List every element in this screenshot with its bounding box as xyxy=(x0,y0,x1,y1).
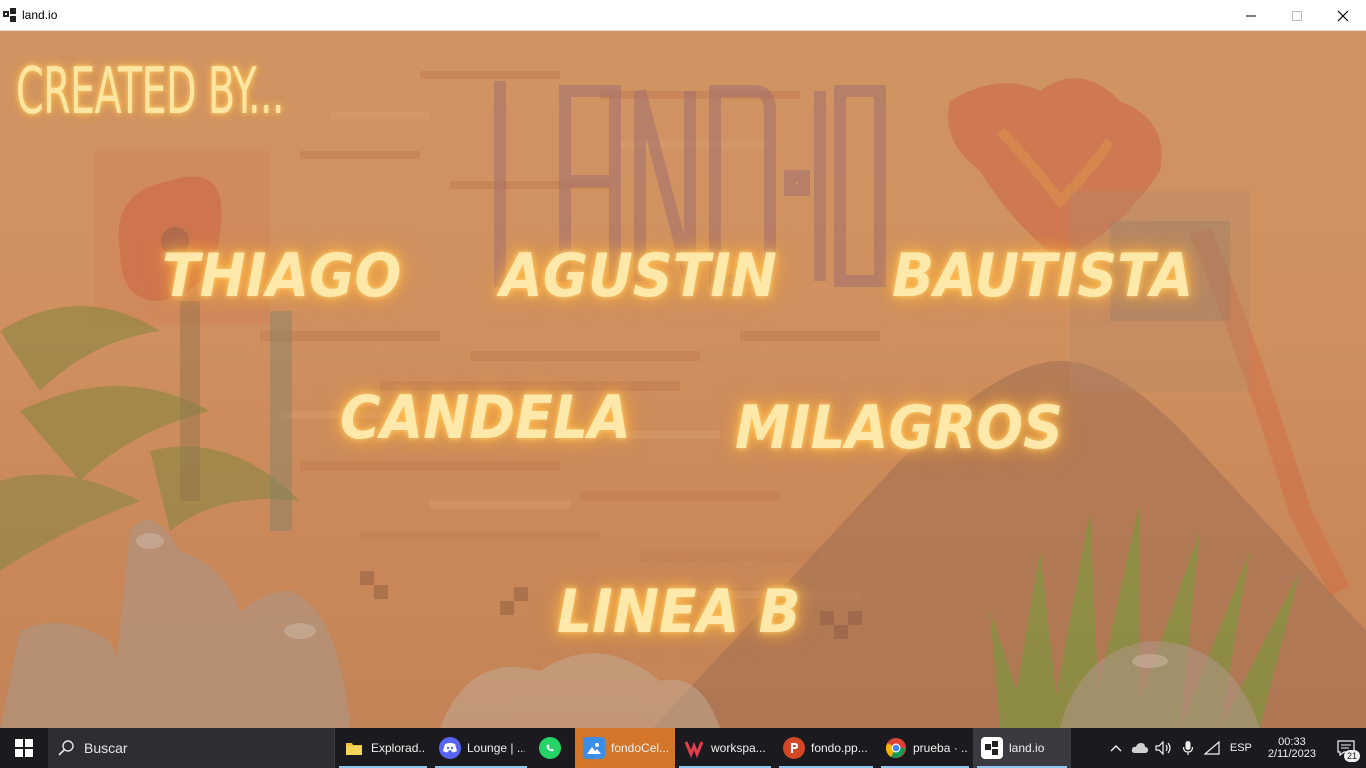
minimize-button[interactable] xyxy=(1228,0,1274,31)
taskbar-item-label: prueba · ... xyxy=(913,741,967,755)
taskbar-item-label: fondoCel... xyxy=(611,741,669,755)
language-button[interactable]: ESP xyxy=(1224,728,1258,768)
window-titlebar: land.io xyxy=(0,0,1366,31)
taskbar: Buscar Explorad... Lounge | ... fondoCel… xyxy=(0,728,1366,768)
close-icon xyxy=(1337,10,1349,21)
windows-icon xyxy=(15,739,33,757)
credit-name-agustin: AGUSTIN xyxy=(500,241,778,311)
taskbar-item-land-io[interactable]: land.io xyxy=(973,728,1071,768)
minimize-icon xyxy=(1246,15,1256,16)
taskbar-item-label: workspa... xyxy=(711,741,766,755)
credit-name-thiago: THIAGO xyxy=(162,241,402,311)
notification-count-badge: 21 xyxy=(1343,750,1360,762)
credit-name-milagros: MILAGROS xyxy=(735,393,1063,463)
taskbar-item-workspace[interactable]: workspa... xyxy=(675,728,775,768)
land-io-app-icon xyxy=(3,8,16,22)
clock-time: 00:33 xyxy=(1278,736,1306,748)
clock-button[interactable]: 00:33 2/11/2023 xyxy=(1258,736,1326,760)
window-title: land.io xyxy=(22,8,58,22)
taskbar-item-label: land.io xyxy=(1009,741,1045,755)
taskbar-item-photos[interactable]: fondoCel... xyxy=(575,728,675,768)
language-label: ESP xyxy=(1229,742,1252,754)
credit-name-candela: CANDELA xyxy=(340,383,631,453)
clock-date: 2/11/2023 xyxy=(1267,748,1316,760)
taskbar-item-explorer[interactable]: Explorad... xyxy=(335,728,431,768)
taskbar-item-label: Lounge | ... xyxy=(467,741,525,755)
taskbar-search[interactable]: Buscar xyxy=(48,728,335,768)
show-hidden-icons-button[interactable] xyxy=(1104,728,1128,768)
taskbar-item-chrome[interactable]: prueba · ... xyxy=(877,728,973,768)
credit-name-bautista: BAUTISTA xyxy=(892,241,1194,311)
maximize-button[interactable] xyxy=(1274,0,1320,31)
cloud-icon xyxy=(1131,743,1148,753)
land-io-icon xyxy=(981,737,1003,759)
created-by-heading: CREATED BY... xyxy=(16,55,285,129)
photos-icon xyxy=(583,737,605,759)
taskbar-item-label: fondo.pp... xyxy=(811,741,868,755)
taskbar-item-whatsapp[interactable] xyxy=(531,728,575,768)
microphone-icon xyxy=(1182,741,1193,755)
system-tray: ESP 00:33 2/11/2023 21 xyxy=(1104,728,1366,768)
speaker-icon xyxy=(1155,741,1171,755)
chrome-icon xyxy=(885,737,907,759)
microphone-tray-button[interactable] xyxy=(1176,728,1200,768)
game-canvas[interactable]: CREATED BY... THIAGO AGUSTIN BAUTISTA CA… xyxy=(0,31,1366,728)
search-placeholder: Buscar xyxy=(84,740,128,756)
discord-icon xyxy=(439,737,461,759)
volume-tray-button[interactable] xyxy=(1152,728,1176,768)
taskbar-item-label: Explorad... xyxy=(371,741,425,755)
notification-center-button[interactable]: 21 xyxy=(1326,728,1366,768)
taskbar-item-discord[interactable]: Lounge | ... xyxy=(431,728,531,768)
workspace-icon xyxy=(683,737,705,759)
whatsapp-icon xyxy=(539,737,561,759)
folder-icon xyxy=(343,737,365,759)
chevron-up-icon xyxy=(1110,745,1122,752)
close-button[interactable] xyxy=(1320,0,1366,31)
search-icon xyxy=(58,740,74,756)
maximize-icon xyxy=(1292,10,1302,21)
start-button[interactable] xyxy=(0,728,48,768)
wifi-icon xyxy=(1203,741,1220,755)
taskbar-item-powerpoint[interactable]: fondo.pp... xyxy=(775,728,877,768)
onedrive-tray-button[interactable] xyxy=(1128,728,1152,768)
network-tray-button[interactable] xyxy=(1200,728,1224,768)
credit-team-name: LINEA B xyxy=(557,577,801,647)
powerpoint-icon xyxy=(783,737,805,759)
